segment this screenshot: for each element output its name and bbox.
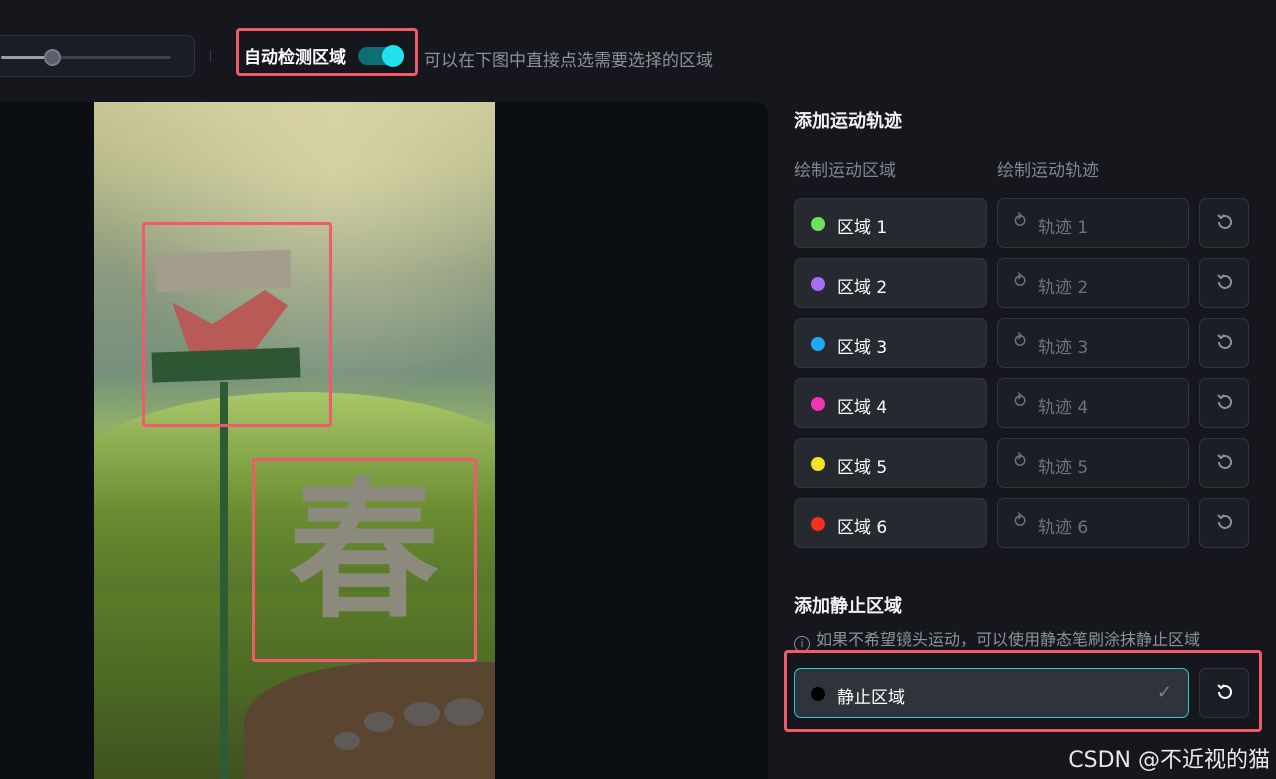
rock (364, 712, 394, 732)
auto-detect-highlight: 自动检测区域 (236, 28, 418, 76)
region-color-dot (811, 397, 825, 411)
track-path-icon: ⥁ (1014, 271, 1027, 292)
region-color-dot (811, 277, 825, 291)
auto-detect-toggle[interactable] (358, 45, 404, 67)
reset-button[interactable] (1199, 318, 1249, 368)
static-hint: i 如果不希望镜头运动，可以使用静态笔刷涂抹静止区域 (794, 626, 1200, 652)
track-path-icon: ⥁ (1014, 451, 1027, 472)
region-label: 区域 4 (837, 398, 888, 418)
track-label: 轨迹 4 (1038, 398, 1089, 418)
region-label: 区域 2 (837, 278, 888, 298)
static-region-button[interactable]: 静止区域 ✓ (794, 668, 1189, 718)
region-label: 区域 1 (837, 218, 888, 238)
brush-size-slider-box (0, 35, 195, 77)
auto-detect-label: 自动检测区域 (244, 48, 346, 68)
reset-button[interactable] (1199, 198, 1249, 248)
track-button[interactable]: ⥁ 轨迹 4 (997, 378, 1189, 428)
reset-icon (1217, 334, 1232, 349)
track-path-icon: ⥁ (1014, 211, 1027, 232)
watermark: CSDN @不近视的猫 (1068, 748, 1270, 773)
track-button[interactable]: ⥁ 轨迹 2 (997, 258, 1189, 308)
region-button[interactable]: 区域 4 (794, 378, 987, 428)
track-label: 轨迹 2 (1038, 278, 1089, 298)
track-button[interactable]: ⥁ 轨迹 1 (997, 198, 1189, 248)
region-color-dot (811, 217, 825, 231)
region-color-dot (811, 337, 825, 351)
motion-row: 区域 2 ⥁ 轨迹 2 (794, 258, 1249, 308)
motion-row: 区域 4 ⥁ 轨迹 4 (794, 378, 1249, 428)
brush-size-slider[interactable] (1, 49, 171, 66)
source-image[interactable]: 春 (94, 102, 495, 779)
motion-section-title: 添加运动轨迹 (794, 111, 902, 132)
track-label: 轨迹 6 (1038, 518, 1089, 538)
region-label: 区域 5 (837, 458, 888, 478)
reset-button[interactable] (1199, 438, 1249, 488)
track-button[interactable]: ⥁ 轨迹 5 (997, 438, 1189, 488)
region-button[interactable]: 区域 3 (794, 318, 987, 368)
reset-icon (1217, 454, 1232, 469)
region-color-dot (811, 517, 825, 531)
track-path-icon: ⥁ (1014, 391, 1027, 412)
motion-row: 区域 1 ⥁ 轨迹 1 (794, 198, 1249, 248)
toggle-knob (382, 45, 404, 67)
rock (444, 698, 484, 726)
reset-icon (1217, 214, 1232, 229)
toolbar-divider (210, 50, 211, 62)
track-label: 轨迹 3 (1038, 338, 1089, 358)
motion-row: 区域 3 ⥁ 轨迹 3 (794, 318, 1249, 368)
detection-box-1[interactable] (142, 222, 332, 427)
static-section-title: 添加静止区域 (794, 596, 902, 617)
slider-knob[interactable] (44, 49, 61, 66)
reset-icon (1217, 514, 1232, 529)
detection-box-2[interactable] (252, 458, 477, 662)
track-label: 轨迹 1 (1038, 218, 1089, 238)
static-hint-text: 如果不希望镜头运动，可以使用静态笔刷涂抹静止区域 (816, 630, 1201, 649)
region-button[interactable]: 区域 6 (794, 498, 987, 548)
track-button[interactable]: ⥁ 轨迹 6 (997, 498, 1189, 548)
track-path-icon: ⥁ (1014, 331, 1027, 352)
right-panel: 添加运动轨迹 绘制运动区域 绘制运动轨迹 区域 1 ⥁ 轨迹 1 区域 2 ⥁ 轨迹 2区… (770, 100, 1276, 779)
region-color-dot (811, 457, 825, 471)
reset-icon (1217, 394, 1232, 409)
auto-detect-hint: 可以在下图中直接点选需要选择的区域 (424, 51, 713, 71)
col-head-track: 绘制运动轨迹 (997, 161, 1099, 181)
region-button[interactable]: 区域 5 (794, 438, 987, 488)
motion-row: 区域 5 ⥁ 轨迹 5 (794, 438, 1249, 488)
region-label: 区域 3 (837, 338, 888, 358)
sign-pole (220, 382, 228, 779)
track-label: 轨迹 5 (1038, 458, 1089, 478)
image-canvas[interactable]: 春 (0, 102, 768, 779)
reset-button[interactable] (1199, 498, 1249, 548)
toolbar: 自动检测区域 可以在下图中直接点选需要选择的区域 (0, 0, 1276, 100)
region-button[interactable]: 区域 1 (794, 198, 987, 248)
static-region-label: 静止区域 (837, 688, 905, 708)
rock (404, 702, 440, 726)
reset-icon (1217, 684, 1232, 699)
col-head-region: 绘制运动区域 (794, 161, 896, 181)
check-icon: ✓ (1156, 682, 1172, 703)
static-highlight: 静止区域 ✓ (784, 650, 1262, 732)
region-button[interactable]: 区域 2 (794, 258, 987, 308)
rock (334, 732, 360, 750)
motion-row: 区域 6 ⥁ 轨迹 6 (794, 498, 1249, 548)
region-label: 区域 6 (837, 518, 888, 538)
track-path-icon: ⥁ (1014, 511, 1027, 532)
static-reset-button[interactable] (1199, 668, 1249, 718)
track-button[interactable]: ⥁ 轨迹 3 (997, 318, 1189, 368)
reset-button[interactable] (1199, 378, 1249, 428)
reset-icon (1217, 274, 1232, 289)
static-color-dot (811, 687, 825, 701)
reset-button[interactable] (1199, 258, 1249, 308)
